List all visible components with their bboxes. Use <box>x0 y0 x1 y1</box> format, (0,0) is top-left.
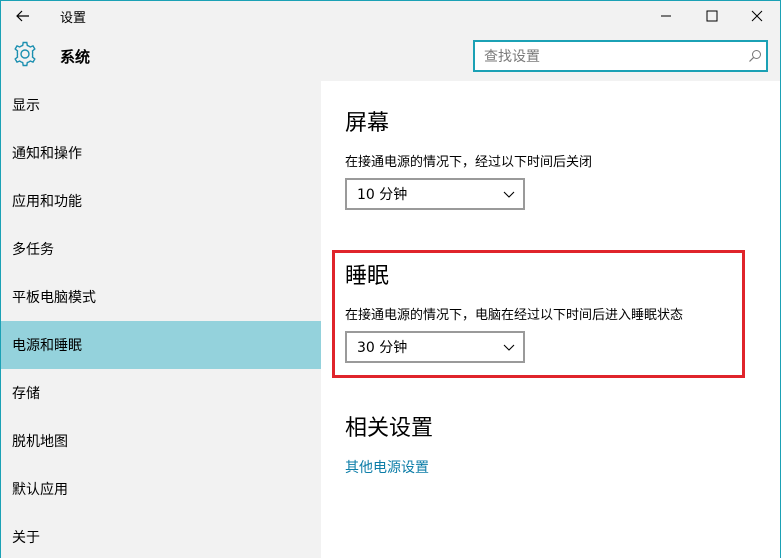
sidebar-item-storage[interactable]: 存储 <box>1 369 321 417</box>
screen-timeout-dropdown[interactable]: 10 分钟 <box>345 178 525 210</box>
sidebar-item-notifications[interactable]: 通知和操作 <box>1 129 321 177</box>
close-button[interactable] <box>734 1 780 31</box>
chevron-down-icon <box>503 344 515 351</box>
sidebar-item-label: 显示 <box>12 98 40 114</box>
screen-timeout-value: 10 分钟 <box>357 187 408 203</box>
search-icon[interactable] <box>748 49 762 63</box>
sidebar-item-label: 电源和睡眠 <box>12 338 82 354</box>
chevron-down-icon <box>503 191 515 198</box>
window-title: 设置 <box>60 11 87 26</box>
sidebar-item-label: 平板电脑模式 <box>12 290 96 306</box>
maximize-icon <box>706 10 718 22</box>
gear-icon <box>14 41 36 67</box>
sidebar-item-multitasking[interactable]: 多任务 <box>1 225 321 273</box>
sidebar-item-label: 多任务 <box>12 242 54 258</box>
screen-description: 在接通电源的情况下，经过以下时间后关闭 <box>345 155 593 170</box>
sidebar-item-label: 脱机地图 <box>12 434 68 450</box>
screen-section-title: 屏幕 <box>345 111 390 136</box>
sidebar-item-label: 默认应用 <box>12 482 68 498</box>
sidebar-nav: 显示 通知和操作 应用和功能 多任务 平板电脑模式 电源和睡眠 存储 脱机地图 … <box>1 81 321 558</box>
maximize-button[interactable] <box>689 1 735 31</box>
sidebar-item-default-apps[interactable]: 默认应用 <box>1 465 321 513</box>
sidebar-item-label: 通知和操作 <box>12 146 82 162</box>
back-button[interactable] <box>9 3 37 29</box>
sleep-section-title: 睡眠 <box>345 264 390 289</box>
sidebar-item-offline-maps[interactable]: 脱机地图 <box>1 417 321 465</box>
sidebar-item-apps[interactable]: 应用和功能 <box>1 177 321 225</box>
minimize-button[interactable] <box>643 1 689 31</box>
search-input[interactable] <box>484 47 734 67</box>
arrow-left-icon <box>16 10 29 22</box>
sidebar-item-label: 关于 <box>12 530 40 546</box>
main-content: 屏幕 在接通电源的情况下，经过以下时间后关闭 10 分钟 睡眠 在接通电源的情况… <box>321 81 780 558</box>
title-bar: 设置 <box>1 1 780 31</box>
search-box[interactable] <box>473 40 768 72</box>
related-settings-title: 相关设置 <box>345 416 434 441</box>
minimize-icon <box>661 15 671 17</box>
page-title: 系统 <box>60 48 91 66</box>
sidebar-item-label: 应用和功能 <box>12 194 82 210</box>
settings-window: 设置 系统 查找设置 显示 通知和操作 应用和功能 多任务 平板电脑模式 电源和… <box>0 0 781 558</box>
sidebar-item-power-sleep[interactable]: 电源和睡眠 <box>1 321 321 369</box>
additional-power-settings-link[interactable]: 其他电源设置 <box>345 457 429 477</box>
settings-header: 系统 <box>1 31 780 81</box>
sidebar-item-about[interactable]: 关于 <box>1 513 321 558</box>
sleep-timeout-dropdown[interactable]: 30 分钟 <box>345 331 525 363</box>
sidebar-item-tablet-mode[interactable]: 平板电脑模式 <box>1 273 321 321</box>
sleep-description: 在接通电源的情况下，电脑在经过以下时间后进入睡眠状态 <box>345 308 684 323</box>
sleep-timeout-value: 30 分钟 <box>357 340 408 356</box>
close-icon <box>751 10 763 22</box>
sidebar-item-label: 存储 <box>12 386 40 402</box>
sidebar-item-display[interactable]: 显示 <box>1 81 321 129</box>
